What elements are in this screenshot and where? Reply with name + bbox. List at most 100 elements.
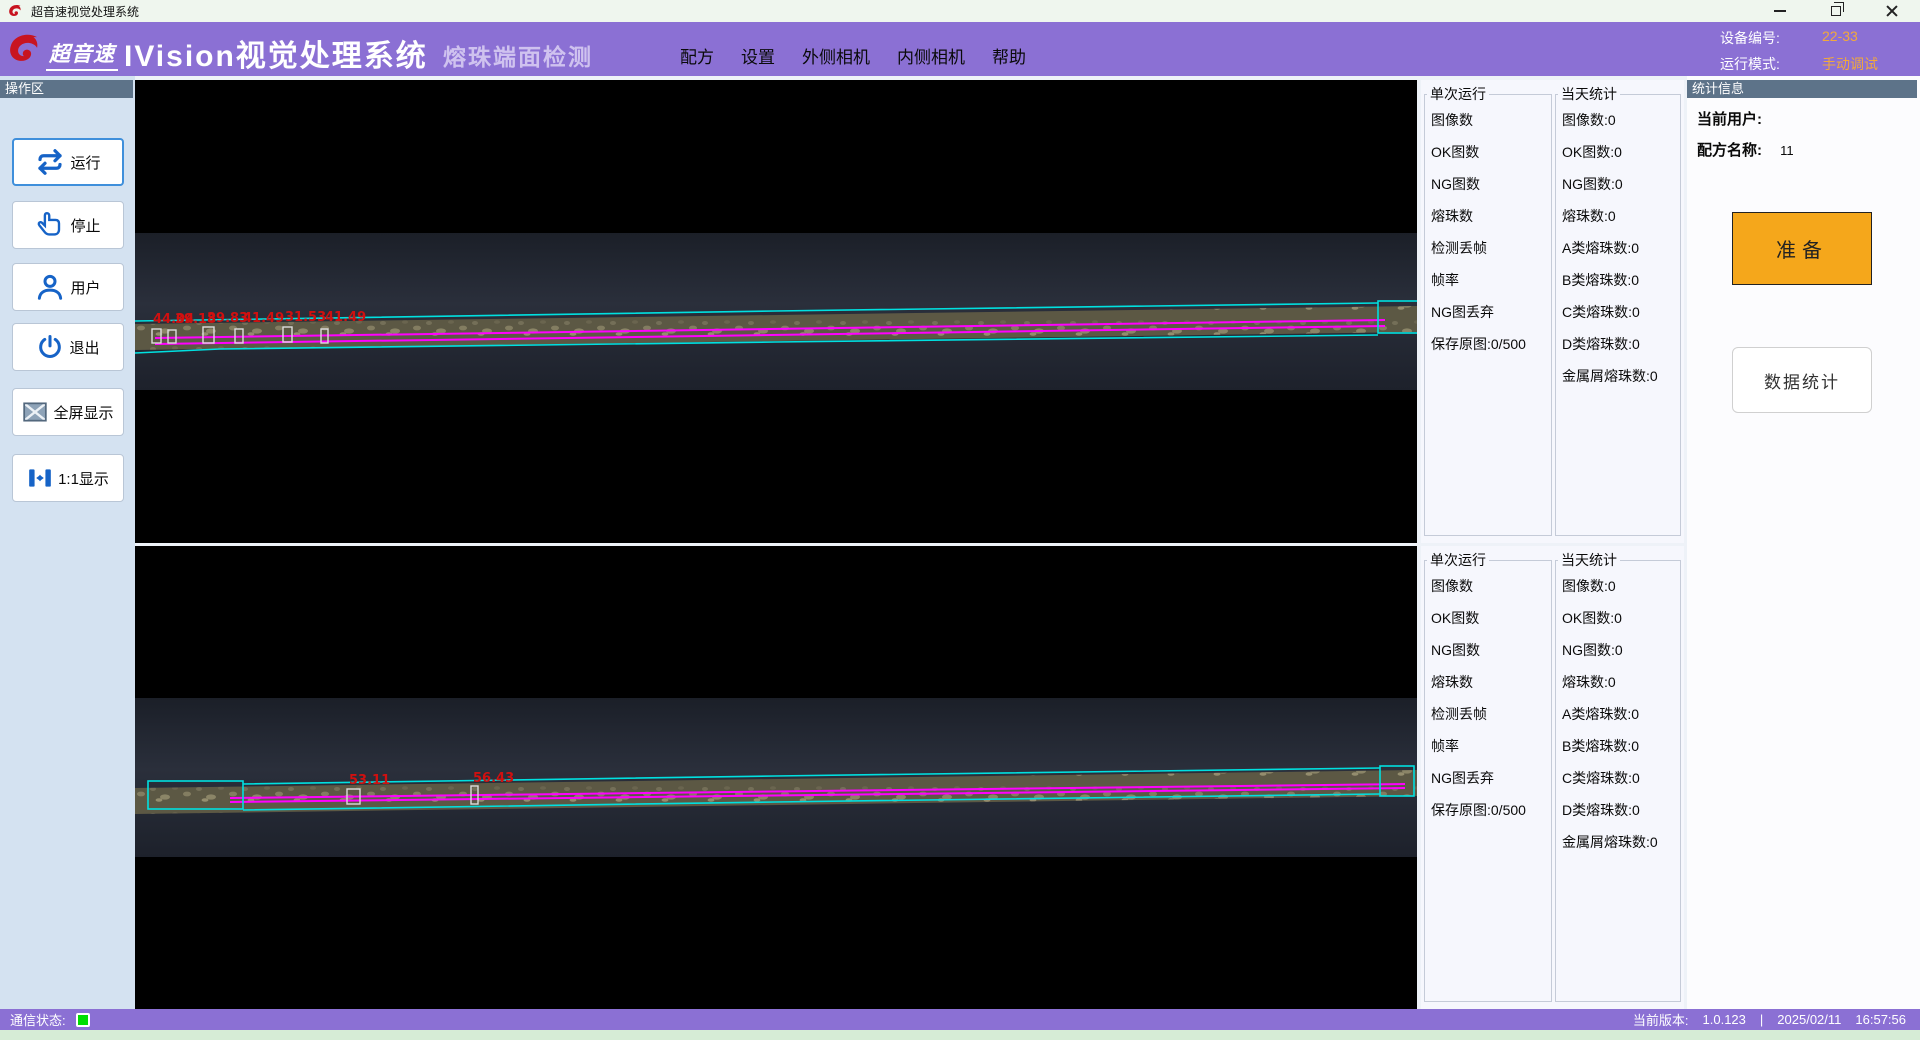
close-button[interactable] [1864,0,1920,22]
minimize-icon [1774,10,1786,12]
app-logo-icon [7,3,23,19]
main-window: 超音速视觉处理系统 超音速 IVision视觉处理系统 熔珠端面检测 配方 设置 外… [0,0,1920,1040]
run-button[interactable]: 运行 [12,138,124,186]
stats-group-single-run: 单次运行图像数OK图数NG图数熔珠数检测丢帧帧率NG图丢弃保存原图:0/500 [1424,84,1552,536]
stat-row: 检测丢帧 [1425,698,1551,730]
measurement-label: 31.53 [285,310,326,325]
measurement-label: 39.83 [207,311,248,326]
one2one-button[interactable]: 1:1显示 [12,454,124,502]
fullscreen-button[interactable]: 全屏显示 [12,388,124,436]
inner-camera-view: 53.11 56.43 [135,546,1417,1009]
stat-row: 金属屑熔珠数:0 [1556,826,1680,858]
measurement-label: 53.11 [349,773,390,788]
brand-text: 超音速 [46,38,118,71]
menu-item-2[interactable]: 外侧相机 [802,43,870,68]
stats-group-title: 当天统计 [1558,550,1620,570]
recipe-name-value: 11 [1780,143,1794,158]
statusbar-date: 2025/02/11 [1777,1012,1841,1027]
current-user-label: 当前用户: [1697,111,1762,128]
run-mode-label: 运行模式: [1720,54,1810,74]
stats-panel-inner: 单次运行图像数OK图数NG图数熔珠数检测丢帧帧率NG图丢弃保存原图:0/500 当… [1421,546,1684,1009]
restore-button[interactable] [1808,0,1864,22]
exit-button[interactable]: 退出 [12,323,124,371]
stat-row: NG图数 [1425,634,1551,666]
stat-row: 熔珠数:0 [1556,200,1680,232]
fullscreen-icon [22,399,48,425]
ready-status-button[interactable]: 准备 [1732,212,1872,285]
one2one-icon [27,465,53,491]
stat-row: 熔珠数 [1425,666,1551,698]
run-mode-value: 手动调试 [1822,54,1902,74]
app-title: IVision视觉处理系统 [124,31,428,75]
data-statistics-button[interactable]: 数据统计 [1732,347,1872,413]
recipe-name-label: 配方名称: [1697,142,1762,159]
stat-row: 保存原图:0/500 [1425,794,1551,826]
app-subtitle: 熔珠端面检测 [443,38,593,72]
exit-button-label: 退出 [69,337,99,358]
menu-item-1[interactable]: 设置 [741,43,775,68]
minimize-button[interactable] [1752,0,1808,22]
user-button-label: 用户 [70,277,100,298]
stat-row: OK图数:0 [1556,136,1680,168]
stat-row: D类熔珠数:0 [1556,328,1680,360]
restore-icon [1831,6,1841,16]
stat-row: A类熔珠数:0 [1556,232,1680,264]
stat-row: C类熔珠数:0 [1556,762,1680,794]
measurement-label: 41.49 [243,311,284,326]
stat-row: 图像数 [1425,570,1551,602]
camera-display-area: 44.0439.1839.8341.4931.5341.49 53.11 56.4… [135,76,1421,1009]
stat-row: A类熔珠数:0 [1556,698,1680,730]
statistics-info-panel: 统计信息 当前用户: 配方名称: 11 准备 数据统计 [1687,76,1920,1009]
stats-group-title: 当天统计 [1558,84,1620,104]
user-button[interactable]: 用户 [12,263,124,311]
comm-status-indicator [76,1013,90,1027]
stat-row: OK图数 [1425,602,1551,634]
outer-camera-view-canvas: 44.0439.1839.8341.4931.5341.49 [135,80,1417,543]
app-header: 超音速 IVision视觉处理系统 熔珠端面检测 配方设置外侧相机内侧相机帮助 … [0,22,1920,76]
menu-item-0[interactable]: 配方 [680,43,714,68]
header-status-block: 设备编号: 22-33 运行模式: 手动调试 [1720,28,1902,80]
stats-group-daily: 当天统计图像数:0OK图数:0NG图数:0熔珠数:0A类熔珠数:0B类熔珠数:0… [1555,84,1681,536]
stat-row: NG图数:0 [1556,634,1680,666]
version-label: 当前版本: [1633,1010,1689,1029]
device-id-label: 设备编号: [1720,28,1810,48]
stat-row: 熔珠数 [1425,200,1551,232]
window-bottom-edge [0,1030,1920,1040]
stat-row: 帧率 [1425,264,1551,296]
stat-row: NG图数:0 [1556,168,1680,200]
statusbar-time: 16:57:56 [1855,1012,1906,1027]
stats-group-single-run: 单次运行图像数OK图数NG图数熔珠数检测丢帧帧率NG图丢弃保存原图:0/500 [1424,550,1552,1002]
stats-group-daily: 当天统计图像数:0OK图数:0NG图数:0熔珠数:0A类熔珠数:0B类熔珠数:0… [1555,550,1681,1002]
measurement-label: 41.49 [325,310,366,325]
run-icon [35,147,65,177]
stat-row: 熔珠数:0 [1556,666,1680,698]
menu-bar: 配方 设置 外侧相机 内侧相机 帮助 [680,22,1026,76]
stat-row: B类熔珠数:0 [1556,264,1680,296]
stat-row: 图像数 [1425,104,1551,136]
window-titlebar: 超音速视觉处理系统 [0,0,1920,22]
stats-panel-outer: 单次运行图像数OK图数NG图数熔珠数检测丢帧帧率NG图丢弃保存原图:0/500当… [1421,80,1684,543]
stat-row: NG图丢弃 [1425,296,1551,328]
stat-row: C类熔珠数:0 [1556,296,1680,328]
user-icon [35,272,65,302]
stat-row: 图像数:0 [1556,104,1680,136]
comm-status-label: 通信状态: [10,1010,66,1029]
fullscreen-button-label: 全屏显示 [53,402,113,423]
close-icon [1886,5,1898,17]
stat-row: 检测丢帧 [1425,232,1551,264]
stat-row: 帧率 [1425,730,1551,762]
one2one-button-label: 1:1显示 [58,468,109,489]
stats-group-title: 单次运行 [1427,84,1489,104]
run-button-label: 运行 [70,152,100,173]
stat-row: D类熔珠数:0 [1556,794,1680,826]
stop-button[interactable]: 停止 [12,201,124,249]
exit-icon [36,333,64,361]
operation-panel-title: 操作区 [0,80,133,98]
operation-sidebar: 操作区 运行停止用户退出全屏显示 1:1显示 [0,76,135,1009]
menu-item-4[interactable]: 帮助 [992,43,1026,68]
measurement-label: 56.43 [473,771,514,786]
device-id-value: 22-33 [1822,28,1902,48]
stat-row: B类熔珠数:0 [1556,730,1680,762]
menu-item-3[interactable]: 内侧相机 [897,43,965,68]
stat-row: 图像数:0 [1556,570,1680,602]
